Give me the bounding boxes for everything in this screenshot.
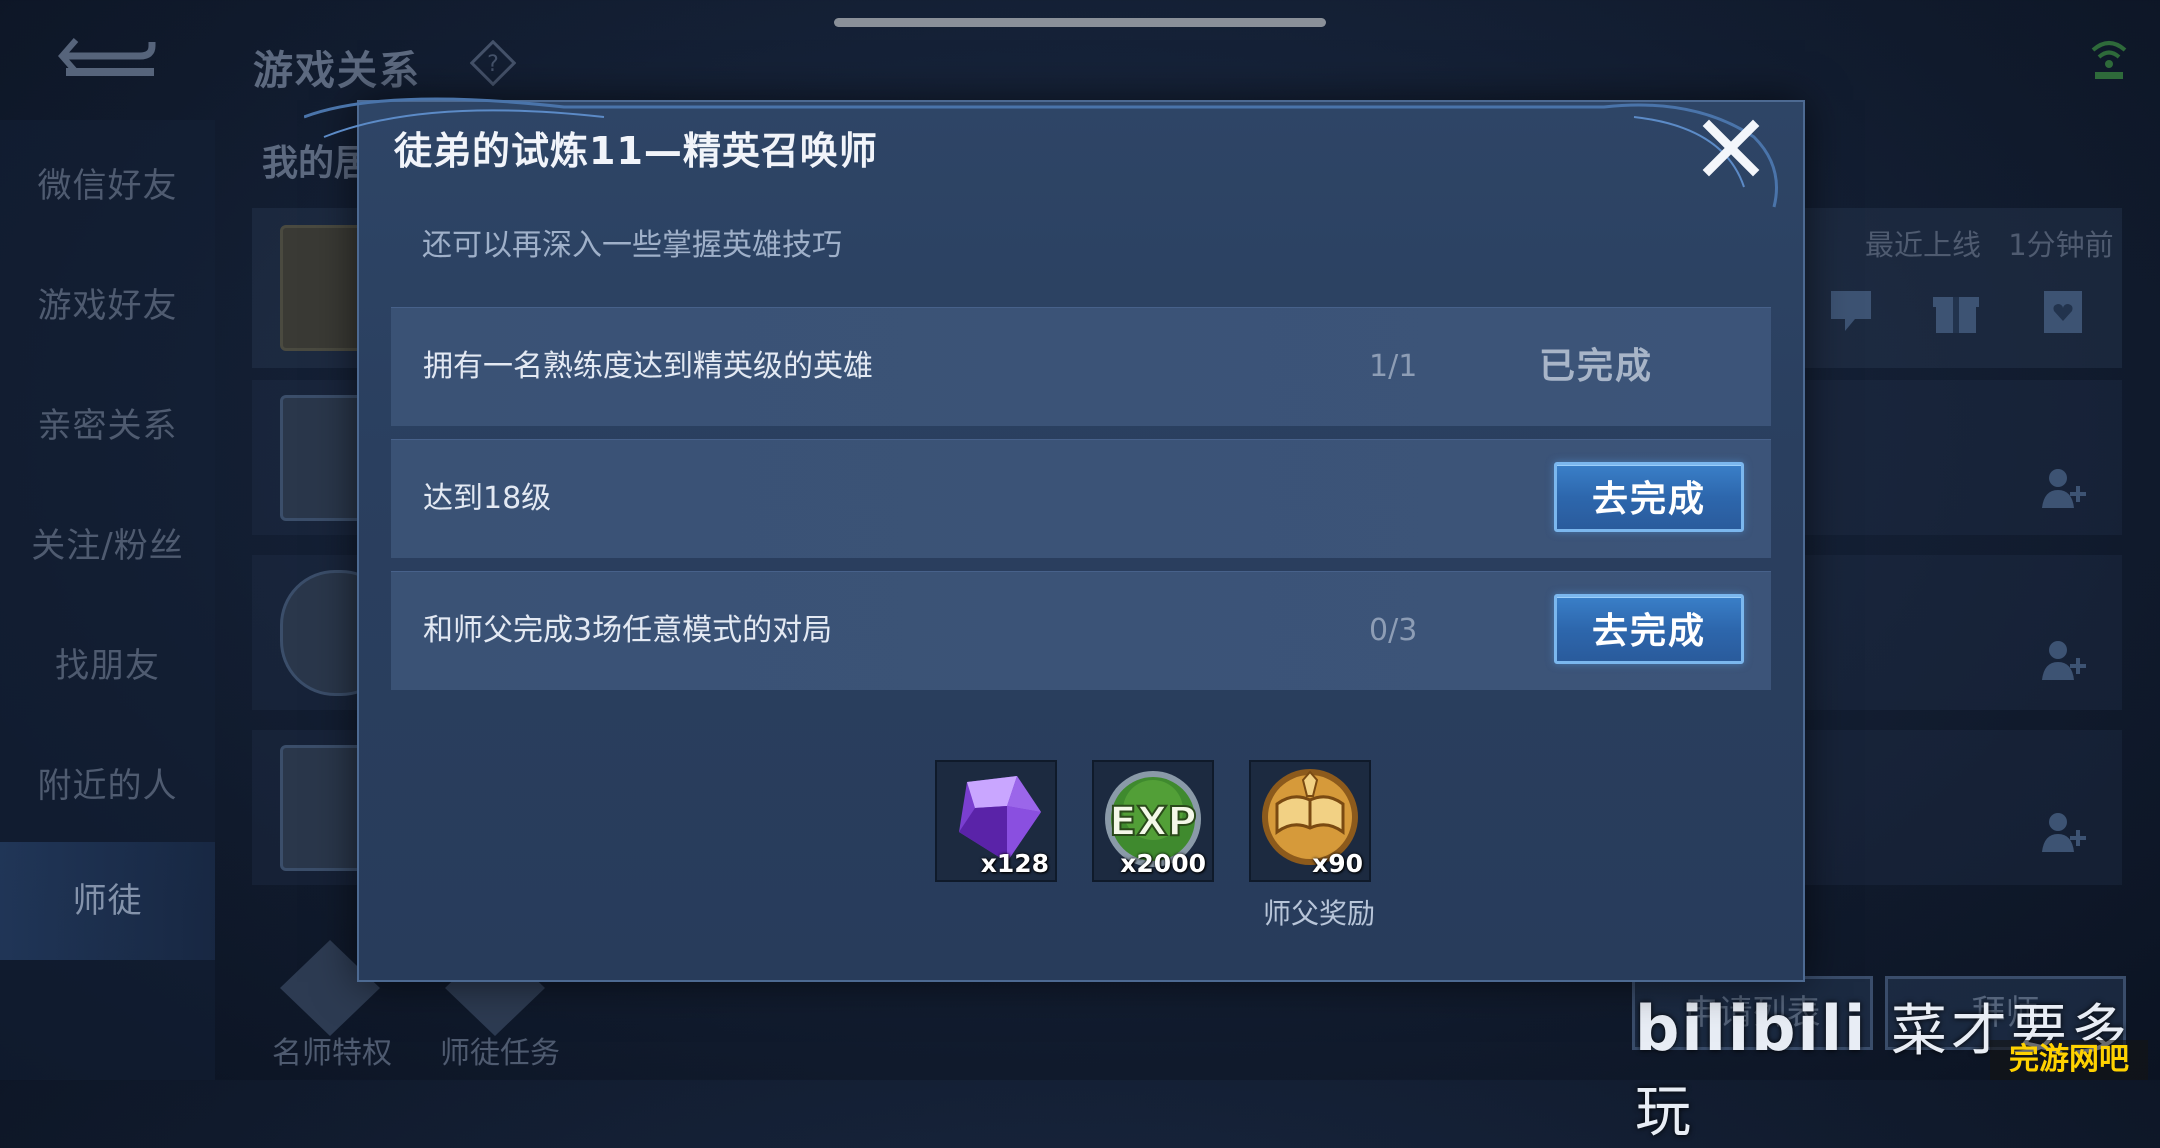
recent-online-status: 最近上线 1分钟前	[1865, 222, 2114, 264]
task-progress: 1/1	[1369, 349, 1418, 384]
add-friend-icon[interactable]	[2038, 462, 2090, 514]
recent-online-label: 最近上线	[1865, 228, 1982, 262]
reward-item[interactable]: x128	[935, 760, 1057, 882]
back-arrow-icon[interactable]	[58, 32, 158, 82]
page-title: 游戏关系	[253, 48, 421, 94]
dialog-title: 徒弟的试炼11—精英召唤师	[394, 129, 878, 173]
sidebar-item-follow-fans[interactable]: 关注/粉丝	[0, 518, 215, 567]
tab-my-mentor[interactable]: 我的居	[262, 134, 370, 186]
svg-text:?: ?	[487, 52, 499, 77]
sidebar-item-intimate[interactable]: 亲密关系	[0, 398, 215, 447]
mentorship-tasks[interactable]: 师徒任务	[440, 1028, 560, 1072]
task-description: 达到18级	[423, 481, 552, 516]
sidebar-item-game-friends[interactable]: 游戏好友	[0, 278, 215, 327]
wifi-signal-icon	[2091, 41, 2127, 79]
task-row: 拥有一名熟练度达到精英级的英雄 1/1 已完成	[391, 307, 1771, 426]
task-progress: 0/3	[1369, 613, 1418, 648]
gift-icon[interactable]	[1930, 285, 1982, 337]
home-indicator	[834, 18, 1326, 27]
reward-count: x128	[980, 849, 1049, 878]
reward-count: x2000	[1120, 849, 1206, 878]
go-complete-button[interactable]: 去完成	[1554, 594, 1744, 664]
add-friend-icon[interactable]	[2038, 806, 2090, 858]
close-icon[interactable]	[1699, 116, 1763, 180]
help-icon[interactable]: ?	[470, 40, 516, 86]
dialog-description: 还可以再深入一些掌握英雄技巧	[422, 228, 842, 263]
sidebar-item-wechat-friends[interactable]: 微信好友	[0, 158, 215, 207]
sidebar-item-find-friends[interactable]: 找朋友	[0, 638, 215, 687]
famous-mentor-privilege[interactable]: 名师特权	[272, 1028, 392, 1072]
reward-count: x90	[1312, 849, 1363, 878]
recent-online-time: 1分钟前	[2008, 228, 2114, 262]
task-completed-status: 已完成	[1539, 346, 1654, 387]
task-description: 拥有一名熟练度达到精英级的英雄	[423, 349, 873, 384]
intimacy-card-icon[interactable]	[2036, 285, 2088, 337]
add-friend-icon[interactable]	[2038, 634, 2090, 686]
task-row: 和师父完成3场任意模式的对局 0/3 去完成	[391, 571, 1771, 690]
svg-text:EXP: EXP	[1109, 799, 1196, 845]
task-description: 和师父完成3场任意模式的对局	[423, 613, 833, 648]
reward-item[interactable]: EXP x2000	[1092, 760, 1214, 882]
master-reward-label: 师父奖励	[1262, 897, 1375, 930]
chat-icon[interactable]	[1825, 285, 1877, 337]
site-watermark: 完游网吧	[1990, 1040, 2148, 1080]
trial-task-dialog: 徒弟的试炼11—精英召唤师 还可以再深入一些掌握英雄技巧 拥有一名熟练度达到精英…	[304, 97, 1805, 982]
reward-item[interactable]: x90	[1249, 760, 1371, 882]
sidebar-item-nearby[interactable]: 附近的人	[0, 758, 215, 807]
task-row: 达到18级 去完成	[391, 439, 1771, 558]
go-complete-button[interactable]: 去完成	[1554, 462, 1744, 532]
